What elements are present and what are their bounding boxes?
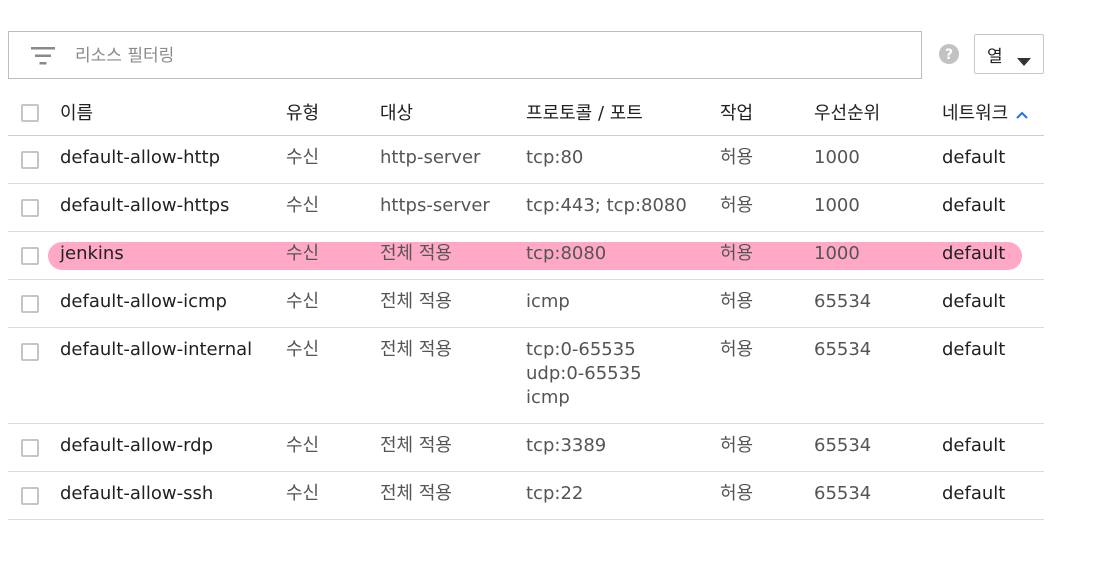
columns-button[interactable]: 열 — [974, 34, 1044, 74]
rule-network[interactable]: default — [942, 434, 1005, 458]
table-row[interactable]: default-allow-internal 수신 전체 적용 tcp:0-65… — [8, 328, 1044, 424]
filter-list-icon — [31, 45, 55, 67]
rule-network[interactable]: default — [942, 146, 1005, 170]
rule-action: 허용 — [720, 147, 754, 168]
rule-type: 수신 — [286, 195, 320, 216]
row-checkbox[interactable] — [21, 439, 39, 457]
protocol-entry: tcp:8080 — [526, 243, 607, 264]
columns-button-label: 열 — [987, 46, 1003, 67]
table-row[interactable]: default-allow-ssh 수신 전체 적용 tcp:22 허용 655… — [8, 472, 1044, 520]
rule-priority: 65534 — [814, 339, 872, 360]
rule-action: 허용 — [720, 435, 754, 456]
rule-action: 허용 — [720, 195, 754, 216]
rule-name[interactable]: default-allow-https — [60, 194, 229, 218]
header-protocol[interactable]: 프로토콜 / 포트 — [526, 102, 643, 126]
header-network[interactable]: 네트워크 — [942, 102, 1028, 126]
protocol-entry: tcp:0-65535 — [526, 339, 636, 360]
protocol-entry: tcp:80 — [526, 147, 584, 168]
rule-network[interactable]: default — [942, 242, 1005, 266]
protocol-entry: tcp:3389 — [526, 435, 607, 456]
rule-network[interactable]: default — [942, 194, 1005, 218]
filter-input[interactable] — [75, 42, 895, 70]
table-header: 이름 유형 대상 프로토콜 / 포트 작업 우선순위 네트워크 — [8, 90, 1044, 136]
rule-priority: 1000 — [814, 147, 860, 168]
rule-action: 허용 — [720, 291, 754, 312]
caret-down-icon — [1017, 51, 1031, 70]
rule-name[interactable]: default-allow-rdp — [60, 434, 213, 458]
protocol-entry: icmp — [526, 291, 570, 312]
rule-type: 수신 — [286, 147, 320, 168]
protocol-entry: udp:0-65535 — [526, 363, 642, 384]
table-row[interactable]: default-allow-rdp 수신 전체 적용 tcp:3389 허용 6… — [8, 424, 1044, 472]
header-action[interactable]: 작업 — [720, 102, 753, 126]
protocol-entry: tcp:22 — [526, 483, 584, 504]
rule-priority: 1000 — [814, 243, 860, 264]
rule-target: https-server — [380, 195, 490, 216]
rule-protocol: tcp:3389 — [526, 434, 606, 458]
protocol-entry: tcp:443; tcp:8080 — [526, 195, 687, 216]
sort-ascending-icon — [1016, 102, 1028, 126]
protocol-entry: icmp — [526, 387, 570, 408]
rule-network[interactable]: default — [942, 338, 1005, 362]
table-row[interactable]: default-allow-http 수신 http-server tcp:80… — [8, 136, 1044, 184]
rule-name[interactable]: default-allow-http — [60, 146, 220, 170]
rule-name[interactable]: default-allow-internal — [60, 338, 252, 362]
filter-box[interactable] — [8, 31, 922, 79]
row-checkbox[interactable] — [21, 247, 39, 265]
rule-name[interactable]: default-allow-icmp — [60, 290, 227, 314]
rule-protocol: icmp — [526, 290, 570, 314]
rule-target: 전체 적용 — [380, 435, 452, 456]
rule-priority: 65534 — [814, 483, 872, 504]
select-all-checkbox[interactable] — [21, 104, 39, 122]
firewall-rules-table: 이름 유형 대상 프로토콜 / 포트 작업 우선순위 네트워크 default-… — [8, 90, 1044, 520]
header-priority[interactable]: 우선순위 — [814, 102, 880, 126]
rule-target: 전체 적용 — [380, 243, 452, 264]
svg-text:?: ? — [945, 47, 953, 63]
rule-protocol: tcp:22 — [526, 482, 583, 506]
rule-type: 수신 — [286, 483, 320, 504]
rule-protocol: tcp:0-65535 udp:0-65535 icmp — [526, 338, 642, 410]
rule-network[interactable]: default — [942, 290, 1005, 314]
rule-type: 수신 — [286, 339, 320, 360]
table-row-highlighted[interactable]: jenkins 수신 전체 적용 tcp:8080 허용 1000 defaul… — [8, 232, 1044, 280]
rule-name[interactable]: jenkins — [60, 242, 124, 266]
row-checkbox[interactable] — [21, 487, 39, 505]
row-checkbox[interactable] — [21, 151, 39, 169]
rule-priority: 1000 — [814, 195, 860, 216]
rule-type: 수신 — [286, 243, 320, 264]
rule-type: 수신 — [286, 435, 320, 456]
rule-protocol: tcp:443; tcp:8080 — [526, 194, 687, 218]
header-network-label: 네트워크 — [942, 103, 1009, 124]
rule-protocol: tcp:8080 — [526, 242, 606, 266]
rule-target: http-server — [380, 147, 481, 168]
row-checkbox[interactable] — [21, 295, 39, 313]
rule-protocol: tcp:80 — [526, 146, 583, 170]
header-name[interactable]: 이름 — [60, 102, 93, 126]
rule-target: 전체 적용 — [380, 339, 452, 360]
header-target[interactable]: 대상 — [380, 102, 413, 126]
rule-priority: 65534 — [814, 435, 872, 456]
rule-action: 허용 — [720, 339, 754, 360]
rule-target: 전체 적용 — [380, 483, 452, 504]
rule-priority: 65534 — [814, 291, 872, 312]
rule-action: 허용 — [720, 483, 754, 504]
rule-action: 허용 — [720, 243, 754, 264]
rule-type: 수신 — [286, 291, 320, 312]
header-type[interactable]: 유형 — [286, 102, 319, 126]
help-icon[interactable]: ? — [938, 43, 960, 65]
table-row[interactable]: default-allow-https 수신 https-server tcp:… — [8, 184, 1044, 232]
rule-target: 전체 적용 — [380, 291, 452, 312]
rule-name[interactable]: default-allow-ssh — [60, 482, 213, 506]
row-checkbox[interactable] — [21, 343, 39, 361]
table-row[interactable]: default-allow-icmp 수신 전체 적용 icmp 허용 6553… — [8, 280, 1044, 328]
row-checkbox[interactable] — [21, 199, 39, 217]
rule-network[interactable]: default — [942, 482, 1005, 506]
